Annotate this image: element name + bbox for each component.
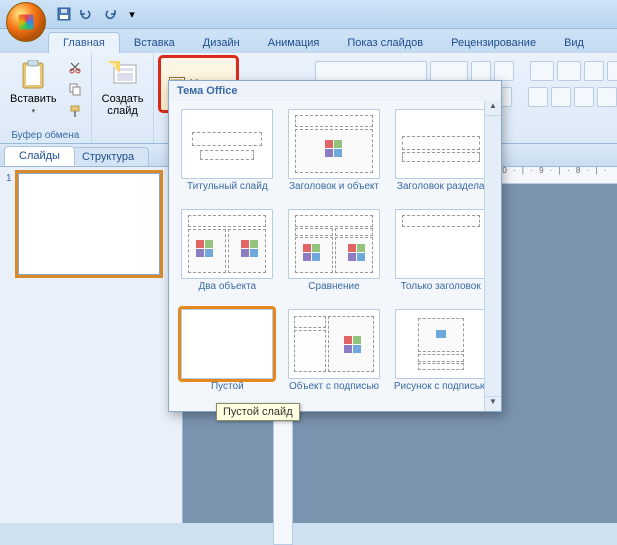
indent-inc-button[interactable] [607, 61, 617, 81]
layout-option-two-content[interactable]: Два объекта [177, 209, 278, 303]
cut-button[interactable] [65, 57, 85, 77]
scroll-down-button[interactable]: ▼ [485, 396, 501, 411]
slides-panel: 1 [0, 167, 183, 523]
tab-insert[interactable]: Вставка [120, 33, 189, 53]
layout-preview-icon [395, 209, 487, 279]
align-left-button[interactable] [528, 87, 548, 107]
tooltip: Пустой слайд [216, 403, 300, 421]
layout-preview-icon [181, 109, 273, 179]
layout-option-label: Только заголовок [401, 281, 481, 303]
format-painter-button[interactable] [65, 101, 85, 121]
layout-preview-icon [288, 309, 380, 379]
tab-slideshow[interactable]: Показ слайдов [333, 33, 437, 53]
paste-button[interactable]: Вставить ▾ [6, 57, 61, 121]
layout-option-blank[interactable]: Пустой [177, 309, 278, 403]
qat-menu[interactable]: ▾ [122, 4, 142, 24]
grow-font-button[interactable] [471, 61, 491, 81]
slide-number: 1 [6, 173, 14, 275]
office-button[interactable] [6, 2, 46, 42]
layout-option-comparison[interactable]: Сравнение [284, 209, 385, 303]
layout-option-label: Заголовок и объект [289, 181, 379, 203]
scroll-up-button[interactable]: ▲ [485, 101, 501, 116]
layout-preview-icon [181, 209, 273, 279]
gallery-scrollbar[interactable]: ▲ ▼ [484, 101, 501, 411]
layout-option-title-only[interactable]: Только заголовок [390, 209, 491, 303]
copy-button[interactable] [65, 79, 85, 99]
align-right-button[interactable] [574, 87, 594, 107]
tab-design[interactable]: Дизайн [189, 33, 254, 53]
layout-gallery: Тема Office Титульный слайд Заголовок и о… [168, 80, 502, 412]
layout-option-label: Рисунок с подписью [394, 381, 488, 403]
subtab-outline[interactable]: Структура [67, 147, 149, 166]
layout-option-label: Заголовок раздела [397, 181, 485, 203]
align-center-button[interactable] [551, 87, 571, 107]
tab-home[interactable]: Главная [48, 32, 120, 53]
group-clipboard-label: Буфер обмена [0, 130, 91, 141]
horizontal-ruler: · 10 · | · 9 · | · 8 · | · 7 [483, 167, 617, 184]
new-slide-button[interactable]: Создать слайд [98, 57, 148, 119]
redo-button[interactable] [101, 4, 121, 24]
layout-option-section[interactable]: Заголовок раздела [390, 109, 491, 203]
layout-option-title[interactable]: Титульный слайд [177, 109, 278, 203]
layout-preview-icon [181, 309, 273, 379]
new-slide-icon [107, 59, 139, 91]
indent-dec-button[interactable] [584, 61, 604, 81]
ribbon-tabs: Главная Вставка Дизайн Анимация Показ сл… [0, 29, 617, 53]
shrink-font-button[interactable] [494, 61, 514, 81]
bullets-button[interactable] [530, 61, 554, 81]
gallery-header: Тема Office [169, 81, 501, 101]
clipboard-icon [17, 59, 49, 91]
layout-option-label: Два объекта [199, 281, 257, 303]
save-button[interactable] [54, 4, 74, 24]
layout-option-label: Титульный слайд [187, 181, 268, 203]
slide-thumbnail-1[interactable] [18, 173, 160, 275]
layout-preview-icon [288, 109, 380, 179]
layout-option-label: Сравнение [308, 281, 359, 303]
font-size-combo[interactable] [430, 61, 468, 81]
layout-preview-icon [288, 209, 380, 279]
paste-label: Вставить [10, 93, 57, 105]
layout-option-picture-caption[interactable]: Рисунок с подписью [390, 309, 491, 403]
tab-animation[interactable]: Анимация [254, 33, 334, 53]
quick-access-toolbar: ▾ [54, 4, 142, 24]
layout-option-content-caption[interactable]: Объект с подписью [284, 309, 385, 403]
font-family-combo[interactable] [315, 61, 427, 81]
subtab-slides[interactable]: Слайды [4, 146, 75, 166]
layout-option-label: Объект с подписью [289, 381, 379, 403]
dropdown-icon: ▾ [32, 107, 36, 115]
tab-review[interactable]: Рецензирование [437, 33, 550, 53]
layout-option-label: Пустой [211, 381, 244, 403]
new-slide-label: Создать слайд [102, 93, 144, 117]
layout-preview-icon [395, 309, 487, 379]
layout-preview-icon [395, 109, 487, 179]
undo-button[interactable] [75, 4, 95, 24]
separator [96, 4, 100, 24]
numbering-button[interactable] [557, 61, 581, 81]
tab-view[interactable]: Вид [550, 33, 598, 53]
layout-option-title-content[interactable]: Заголовок и объект [284, 109, 385, 203]
justify-button[interactable] [597, 87, 617, 107]
